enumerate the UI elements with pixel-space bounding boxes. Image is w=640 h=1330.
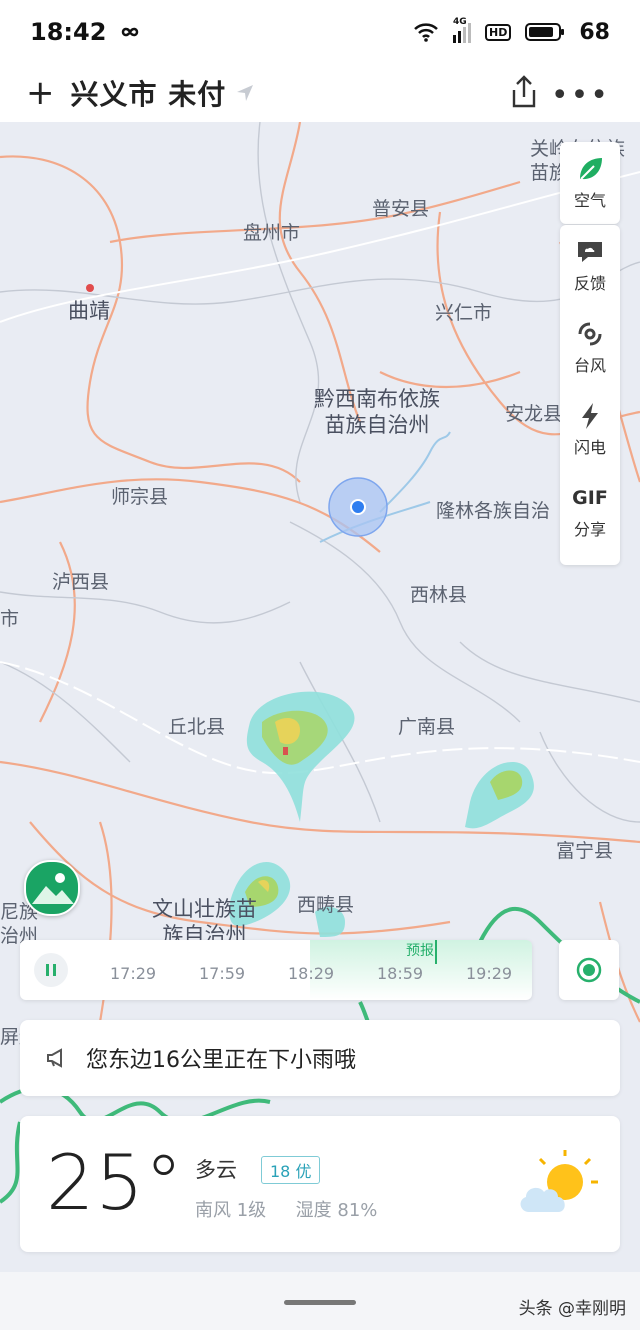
map-label-guangnan: 广南县 bbox=[398, 716, 456, 738]
map-base bbox=[0, 122, 640, 1204]
gif-share-button[interactable]: GIF 分享 bbox=[560, 471, 620, 553]
map-label-longlin: 隆林各族自治 bbox=[436, 500, 551, 522]
weather-condition: 多云 bbox=[195, 1158, 237, 1182]
timeline-cursor[interactable] bbox=[435, 940, 437, 964]
home-handle[interactable] bbox=[284, 1300, 356, 1305]
locate-button[interactable] bbox=[559, 940, 619, 1000]
map-label-anlong: 安龙县 bbox=[505, 403, 563, 425]
battery-icon bbox=[525, 23, 565, 41]
air-label: 空气 bbox=[573, 191, 606, 210]
weather-detail: 南风 1级 湿度 81% bbox=[195, 1196, 377, 1222]
map-label-qujing: 曲靖 bbox=[68, 299, 110, 323]
humidity-text: 湿度 81% bbox=[295, 1200, 378, 1221]
timeline-tick: 18:29 bbox=[288, 964, 335, 983]
megaphone-icon bbox=[47, 1048, 62, 1068]
map-label-xichou: 西畴县 bbox=[297, 894, 355, 916]
typhoon-icon bbox=[576, 320, 604, 348]
map-label-puan: 普安县 bbox=[372, 198, 430, 220]
status-right: 4G HD 68 bbox=[413, 17, 610, 45]
pause-button[interactable] bbox=[34, 953, 68, 987]
forecast-label: 预报 bbox=[406, 943, 434, 959]
scenery-button[interactable] bbox=[24, 860, 80, 916]
timeline-tick: 17:29 bbox=[110, 964, 157, 983]
navigation-arrow-icon bbox=[237, 85, 254, 101]
notice-text: 您东边16公里正在下小雨哦 bbox=[86, 1048, 356, 1073]
status-time-group: 18:42 bbox=[30, 18, 144, 46]
mountain-icon bbox=[32, 873, 74, 904]
locate-icon bbox=[576, 957, 602, 983]
wifi-icon bbox=[414, 23, 438, 42]
map-label-shi: 市 bbox=[0, 608, 20, 630]
gif-share-label: 分享 bbox=[573, 520, 606, 539]
radar-echo-2 bbox=[465, 762, 534, 829]
status-time: 18:42 bbox=[30, 18, 107, 46]
location-title[interactable]: 兴义市 未付 bbox=[71, 73, 227, 113]
typhoon-label: 台风 bbox=[573, 356, 606, 375]
top-bar: + 兴义市 未付 ••• bbox=[0, 64, 640, 122]
map-label-panzhou: 盘州市 bbox=[243, 222, 301, 244]
signal-icon: 4G bbox=[453, 17, 472, 43]
map-label-qiubei: 丘北县 bbox=[168, 716, 226, 738]
timeline-tick: 17:59 bbox=[199, 964, 246, 983]
radar-echo-1 bbox=[246, 691, 355, 822]
map-label-qianxinan: 黔西南布依族 苗族自治州 bbox=[314, 387, 440, 437]
more-icon[interactable]: ••• bbox=[551, 78, 610, 113]
air-panel: 空气 bbox=[560, 142, 620, 224]
feedback-icon bbox=[576, 238, 604, 266]
hd-icon: HD bbox=[485, 23, 512, 41]
map-label-xingren: 兴仁市 bbox=[435, 302, 493, 324]
map-label-funing: 富宁县 bbox=[556, 840, 614, 862]
map-label-shizong: 师宗县 bbox=[111, 486, 169, 508]
leaf-icon bbox=[576, 155, 604, 183]
radar-map[interactable]: 关岭布依族 苗族 普安县 盘州市 曲靖 兴仁市 黔西南布依族 苗族自治州 安龙县… bbox=[0, 122, 640, 1272]
system-nav-bar: 头条 @幸刚明 bbox=[0, 1272, 640, 1330]
air-button[interactable]: 空气 bbox=[560, 142, 620, 224]
network-type: 4G bbox=[453, 17, 467, 27]
radar-timeline[interactable]: 预报 17:29 17:59 18:29 18:59 19:29 bbox=[20, 940, 532, 1000]
pause-icon bbox=[46, 964, 56, 976]
current-location-marker bbox=[328, 477, 388, 537]
timeline-tick: 19:29 bbox=[466, 964, 513, 983]
city-marker-qujing bbox=[86, 284, 94, 292]
feedback-button[interactable]: 反馈 bbox=[560, 225, 620, 307]
partly-cloudy-icon bbox=[520, 1150, 598, 1212]
watermark: 头条 @幸刚明 bbox=[518, 1299, 626, 1319]
timeline-tick: 18:59 bbox=[377, 964, 424, 983]
typhoon-button[interactable]: 台风 bbox=[560, 307, 620, 389]
add-city-icon[interactable]: + bbox=[26, 76, 55, 110]
aqi-badge[interactable]: 18 优 bbox=[261, 1156, 321, 1184]
infinity-icon bbox=[122, 27, 139, 37]
weather-card[interactable]: 25° 多云 18 优 南风 1级 湿度 81% bbox=[20, 1116, 620, 1252]
feedback-label: 反馈 bbox=[573, 274, 606, 293]
temperature: 25° bbox=[46, 1138, 184, 1227]
tools-panel: 反馈 台风 闪电 GIF 分享 bbox=[560, 225, 620, 565]
rain-notice[interactable]: 您东边16公里正在下小雨哦 bbox=[20, 1020, 620, 1096]
lightning-button[interactable]: 闪电 bbox=[560, 389, 620, 471]
battery-level: 68 bbox=[579, 19, 610, 45]
lightning-icon bbox=[580, 402, 600, 430]
lightning-label: 闪电 bbox=[573, 438, 606, 457]
gif-icon: GIF bbox=[572, 487, 608, 509]
share-icon[interactable] bbox=[508, 74, 540, 110]
map-label-luxi: 泸西县 bbox=[52, 571, 110, 593]
map-label-xilin: 西林县 bbox=[410, 584, 468, 606]
wind-text: 南风 1级 bbox=[195, 1200, 267, 1221]
status-bar: 18:42 4G HD 68 bbox=[0, 0, 640, 64]
